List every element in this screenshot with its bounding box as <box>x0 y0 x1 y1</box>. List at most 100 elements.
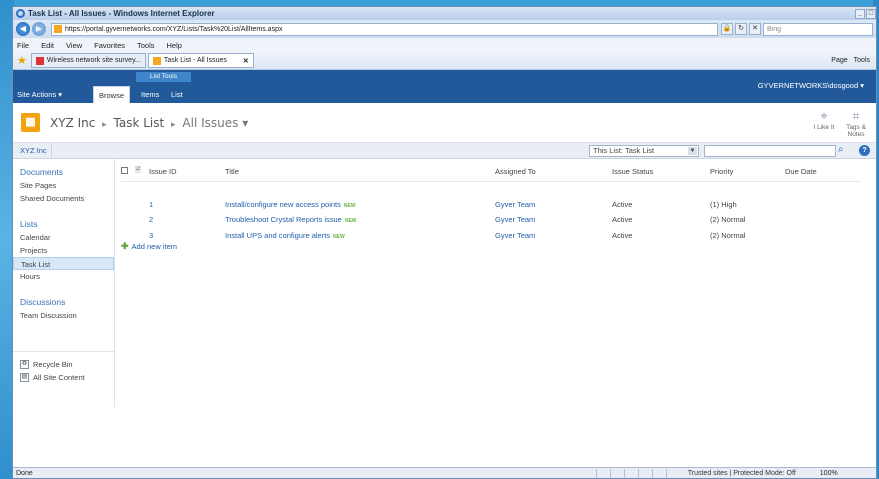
search-icon[interactable]: ⌕ <box>838 144 844 155</box>
quick-launch: Documents Site Pages Shared Documents Li… <box>13 159 115 407</box>
column-header-issue-status[interactable]: Issue Status <box>612 162 710 182</box>
nav-item-projects[interactable]: Projects <box>13 244 114 257</box>
table-row[interactable]: 3 Install UPS and configure alerts NEW Gy… <box>121 228 861 244</box>
select-all-checkbox[interactable] <box>121 166 128 174</box>
page-favicon-icon <box>54 25 62 33</box>
issue-id-cell: 1 <box>149 197 225 213</box>
menu-tools[interactable]: Tools <box>137 41 155 50</box>
tab-favicon-icon <box>35 56 44 65</box>
menu-file[interactable]: File <box>17 41 29 50</box>
title-cell: Install UPS and configure alerts NEW <box>225 228 495 244</box>
issue-id-link[interactable]: 1 <box>149 200 153 209</box>
user-menu[interactable]: GYVERNETWORKS\dosgood ▾ <box>758 81 864 90</box>
due-date-cell <box>785 228 861 244</box>
breadcrumb-separator-icon: ▸ <box>171 119 176 130</box>
new-badge: NEW <box>333 233 345 240</box>
priority-cell: (2) Normal <box>710 230 746 240</box>
tab-list[interactable]: List <box>166 86 188 103</box>
nav-item-recycle-bin[interactable]: ♻ Recycle Bin <box>13 358 114 371</box>
menu-favorites[interactable]: Favorites <box>94 41 125 50</box>
issue-id-link[interactable]: 3 <box>149 231 153 240</box>
breadcrumb-site[interactable]: XYZ Inc <box>50 116 95 130</box>
tab-wireless-survey[interactable]: Wireless network site survey... <box>30 53 146 68</box>
new-badge: NEW <box>344 218 357 225</box>
close-tab-icon[interactable]: ✕ <box>243 57 249 65</box>
browser-window: Task List - All Issues - Windows Interne… <box>12 6 877 479</box>
assigned-to-cell: Gyver Team <box>495 228 612 244</box>
ie-logo-icon <box>16 9 25 18</box>
issue-id-link[interactable]: 2 <box>149 215 153 224</box>
column-header-due-date[interactable]: Due Date <box>785 162 861 182</box>
lock-icon[interactable]: 🔒 <box>721 23 733 35</box>
security-zone-text[interactable]: Trusted sites | Protected Mode: Off <box>688 470 796 477</box>
nav-item-all-site-content[interactable]: ▤ All Site Content <box>13 371 114 384</box>
i-like-it-label: I Like It <box>813 124 835 131</box>
nav-header-documents[interactable]: Documents <box>13 167 114 177</box>
help-icon[interactable]: ? <box>859 145 870 156</box>
tag-icon: ⌗ <box>852 108 860 123</box>
bing-search-input[interactable]: Bing <box>763 22 873 36</box>
url-field[interactable]: https://portal.gyvernetworks.com/XYZ/Lis… <box>51 22 718 36</box>
breadcrumb-view[interactable]: All Issues <box>182 116 238 130</box>
nav-item-calendar[interactable]: Calendar <box>13 231 114 244</box>
sharepoint-ribbon: Site Actions ▾ List Tools Browse Items L… <box>13 70 876 103</box>
refresh-button[interactable]: ↻ <box>735 23 747 35</box>
minimize-button[interactable]: _ <box>855 8 865 19</box>
due-date-cell <box>785 212 861 228</box>
all-site-content-label: All Site Content <box>33 373 85 382</box>
menu-edit[interactable]: Edit <box>41 41 54 50</box>
issue-title-link[interactable]: Troubleshoot Crystal Reports issue <box>225 215 342 224</box>
priority-cell: (2) Normal <box>710 215 746 225</box>
tab-task-list[interactable]: Task List - All Issues ✕ <box>147 53 254 68</box>
nav-item-team-discussion[interactable]: Team Discussion <box>13 309 114 322</box>
favorites-bar: ★ Wireless network site survey... Task L… <box>13 52 876 70</box>
issue-title-link[interactable]: Install/configure new access points <box>225 200 341 209</box>
top-nav-site-link[interactable]: XYZ Inc <box>16 142 52 159</box>
table-row[interactable]: 2 Troubleshoot Crystal Reports issue NEW … <box>121 212 861 228</box>
site-actions-menu[interactable]: Site Actions ▾ <box>17 90 62 99</box>
due-date-cell <box>785 197 861 213</box>
column-header-priority[interactable]: Priority <box>710 162 785 182</box>
search-scope-select[interactable]: This List: Task List ▼ <box>589 145 699 157</box>
nav-item-task-list[interactable]: Task List <box>13 257 114 270</box>
column-header-assigned-to[interactable]: Assigned To <box>495 162 612 182</box>
i-like-it-button[interactable]: ⌖ I Like It <box>810 108 838 138</box>
table-header-row: 🗎 Issue ID Title Assigned To Issue Statu… <box>121 162 861 182</box>
nav-header-lists[interactable]: Lists <box>13 219 114 229</box>
stop-button[interactable]: ✕ <box>749 23 761 35</box>
zoom-level[interactable]: 100% <box>820 470 838 477</box>
tools-menu[interactable]: Tools <box>854 57 870 64</box>
page-menu[interactable]: Page <box>831 57 847 64</box>
title-cell: Install/configure new access points NEW <box>225 197 495 213</box>
user-name: GYVERNETWORKS\dosgood <box>757 81 859 90</box>
tab-items[interactable]: Items <box>136 86 164 103</box>
assigned-to-link[interactable]: Gyver Team <box>495 200 535 209</box>
maximize-button[interactable]: □ <box>866 8 876 19</box>
back-button[interactable]: ◀ <box>16 22 30 36</box>
url-text: https://portal.gyvernetworks.com/XYZ/Lis… <box>65 25 283 33</box>
quick-launch-footer: ♻ Recycle Bin ▤ All Site Content <box>13 351 114 384</box>
view-dropdown-icon[interactable]: ▾ <box>242 116 248 130</box>
tab-browse[interactable]: Browse <box>93 86 131 103</box>
issues-table: 🗎 Issue ID Title Assigned To Issue Statu… <box>121 162 861 243</box>
site-logo-icon: ▦ <box>21 113 40 132</box>
thumbs-up-icon: ⌖ <box>820 108 828 123</box>
table-row[interactable]: 1 Install/configure new access points NEW… <box>121 197 861 213</box>
menu-view[interactable]: View <box>66 41 82 50</box>
nav-header-discussions[interactable]: Discussions <box>13 297 114 307</box>
add-new-item-link[interactable]: ✚ Add new item <box>121 241 177 252</box>
nav-item-site-pages[interactable]: Site Pages <box>13 179 114 192</box>
menu-help[interactable]: Help <box>167 41 182 50</box>
favorites-star-icon[interactable]: ★ <box>17 54 27 67</box>
breadcrumb-list[interactable]: Task List <box>114 116 165 130</box>
assigned-to-link[interactable]: Gyver Team <box>495 231 535 240</box>
assigned-to-link[interactable]: Gyver Team <box>495 215 535 224</box>
site-search-input[interactable] <box>704 145 836 157</box>
nav-item-shared-documents[interactable]: Shared Documents <box>13 192 114 205</box>
column-header-title[interactable]: Title <box>225 162 495 182</box>
issue-title-link[interactable]: Install UPS and configure alerts <box>225 231 330 240</box>
forward-button[interactable]: ▶ <box>32 22 46 36</box>
nav-item-hours[interactable]: Hours <box>13 270 114 283</box>
column-header-issue-id[interactable]: Issue ID <box>149 162 225 182</box>
tags-notes-button[interactable]: ⌗ Tags & Notes <box>842 108 870 138</box>
